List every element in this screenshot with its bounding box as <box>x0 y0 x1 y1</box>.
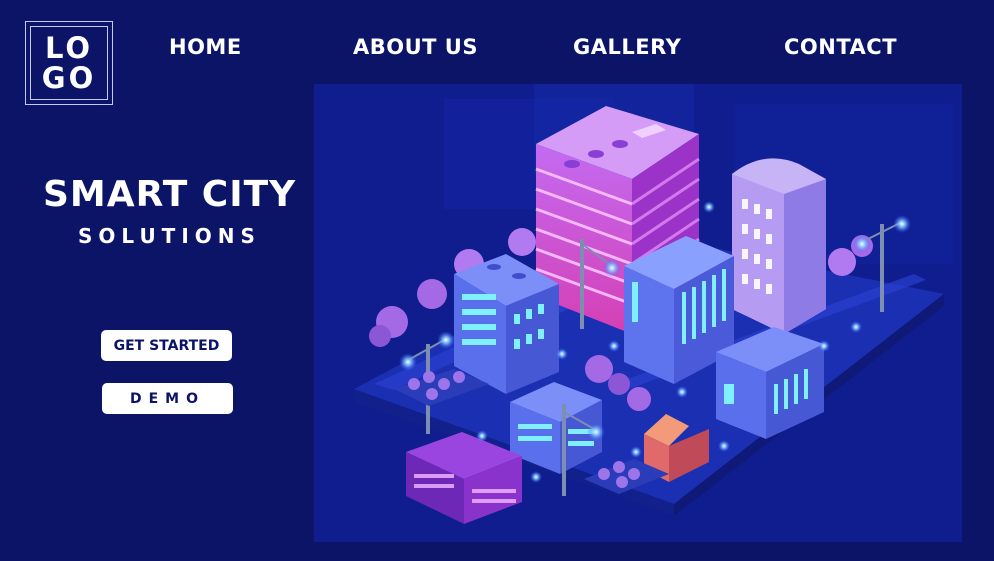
smart-city-illustration <box>314 84 962 542</box>
nav-gallery-link[interactable]: GALLERY <box>573 35 681 59</box>
lavender-tower <box>732 158 826 334</box>
hero-title: SMART CITY <box>43 174 297 215</box>
nav-home-link[interactable]: HOME <box>169 35 242 59</box>
demo-button[interactable]: DEMO <box>102 383 233 414</box>
nav-contact-link[interactable]: CONTACT <box>784 35 897 59</box>
get-started-button[interactable]: GET STARTED <box>101 330 232 361</box>
logo-text-top: LO <box>44 31 94 65</box>
logo[interactable]: LO GO <box>25 21 113 105</box>
hero-subtitle: SOLUTIONS <box>78 224 261 248</box>
logo-text-bottom: GO <box>41 61 97 95</box>
nav-about-link[interactable]: ABOUT US <box>353 35 478 59</box>
